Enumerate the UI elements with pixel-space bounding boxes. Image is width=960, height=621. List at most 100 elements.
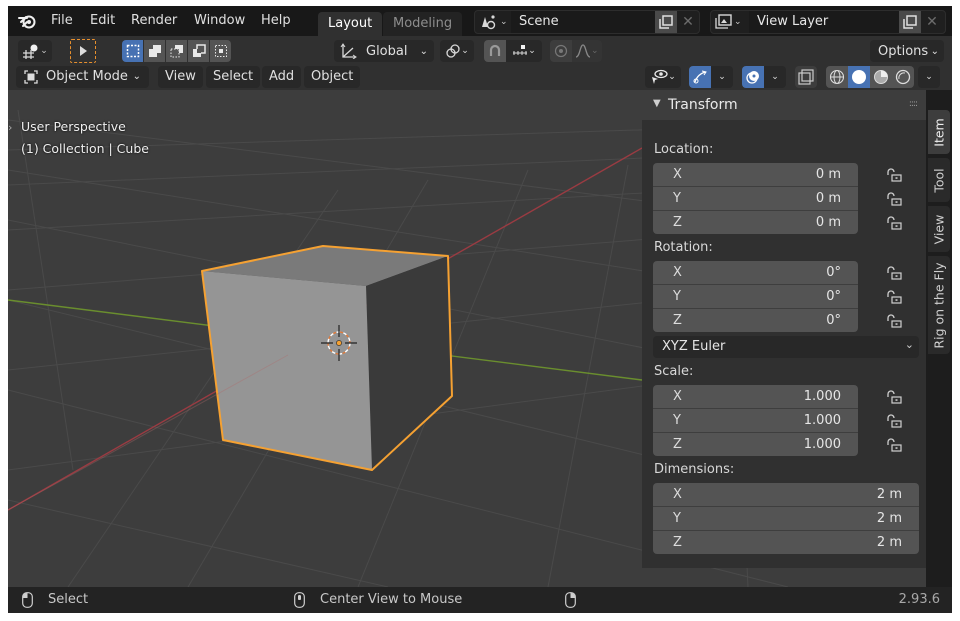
visibility-dropdown[interactable]: ⌄	[645, 66, 681, 88]
workspace-tab-modeling[interactable]: Modeling	[383, 12, 463, 36]
axis-label: Z	[673, 535, 682, 550]
snap-target-dropdown[interactable]: ⌄	[506, 40, 542, 62]
gizmo-dropdown[interactable]: ⌄	[711, 66, 733, 88]
shading-solid[interactable]	[848, 66, 870, 88]
transform-panel-header[interactable]: ▼ Transform ::::	[642, 90, 926, 120]
options-label: Options	[878, 43, 929, 59]
select-mode-subtract[interactable]	[166, 40, 187, 62]
location-z-lock-icon[interactable]	[886, 216, 902, 230]
axis-label: Y	[673, 191, 681, 206]
select-mode-invert[interactable]	[188, 40, 209, 62]
select-mode-intersect[interactable]	[210, 40, 231, 62]
new-scene-button[interactable]	[655, 11, 677, 33]
proportional-edit-toggle[interactable]	[550, 40, 572, 62]
gizmo-toggle[interactable]	[689, 66, 711, 88]
rotation-y-lock-icon[interactable]	[886, 290, 902, 304]
menu-add[interactable]: Add	[262, 66, 302, 88]
shading-material-preview[interactable]	[870, 66, 892, 88]
shading-wireframe[interactable]	[826, 66, 848, 88]
workspace-tab-layout[interactable]: Layout	[318, 12, 383, 36]
scale-z-field[interactable]: Z 1.000	[653, 433, 858, 456]
view-layer-browse-button[interactable]: ⌄	[715, 13, 749, 31]
scale-x-lock-icon[interactable]	[886, 390, 902, 404]
version-label: 2.93.6	[898, 592, 940, 607]
field-value: 0°	[826, 289, 841, 304]
rotation-z-lock-icon[interactable]	[886, 314, 902, 328]
blender-logo-icon[interactable]	[17, 12, 37, 30]
mode-dropdown[interactable]: Object Mode ⌄	[16, 66, 149, 88]
rotation-mode-dropdown[interactable]: XYZ Euler ⌄	[653, 336, 919, 358]
chevron-down-icon: ⌄	[668, 72, 676, 82]
menu-view[interactable]: View	[158, 66, 203, 88]
menu-edit[interactable]: Edit	[90, 13, 115, 28]
location-x-field[interactable]: X 0 m	[653, 163, 858, 187]
transform-orientation-dropdown[interactable]: Global ⌄	[334, 40, 434, 62]
shading-rendered[interactable]	[892, 66, 914, 88]
dimensions-z-field[interactable]: Z 2 m	[653, 531, 919, 554]
scene-browse-button[interactable]: ⌄	[479, 13, 509, 31]
rotation-z-field[interactable]: Z 0°	[653, 309, 858, 332]
select-mode-extend[interactable]	[144, 40, 165, 62]
axis-label: Y	[673, 511, 681, 526]
chevron-down-icon: ⌄	[528, 46, 536, 56]
overlays-toggle[interactable]	[742, 66, 764, 88]
tab-label: View	[931, 214, 947, 244]
rotation-x-lock-icon[interactable]	[886, 266, 902, 280]
menu-file[interactable]: File	[51, 13, 73, 28]
menu-render[interactable]: Render	[131, 13, 177, 28]
location-x-lock-icon[interactable]	[886, 168, 902, 182]
material-sphere-icon	[874, 70, 888, 84]
sidebar-tabs: Item Tool View Rig on the Fly	[926, 90, 952, 587]
tab-rig-on-the-fly[interactable]: Rig on the Fly	[928, 256, 950, 354]
menu-select[interactable]: Select	[206, 66, 261, 88]
snap-toggle[interactable]	[484, 40, 506, 62]
menu-help[interactable]: Help	[261, 13, 291, 28]
scale-label: Scale:	[654, 364, 694, 379]
scale-x-field[interactable]: X 1.000	[653, 385, 858, 409]
rotation-mode-value: XYZ Euler	[662, 339, 726, 354]
location-y-lock-icon[interactable]	[886, 192, 902, 206]
scale-z-lock-icon[interactable]	[886, 438, 902, 452]
select-tool-button[interactable]	[70, 39, 96, 63]
editor-type-button[interactable]: ⌄	[18, 40, 52, 62]
menu-window[interactable]: Window	[194, 13, 245, 28]
view-layer-name-field[interactable]: View Layer	[749, 11, 907, 33]
rotation-x-field[interactable]: X 0°	[653, 261, 858, 285]
delete-scene-button[interactable]: ✕	[677, 11, 699, 33]
rotation-y-field[interactable]: Y 0°	[653, 285, 858, 309]
axis-label: X	[673, 265, 682, 280]
delete-view-layer-button[interactable]: ✕	[921, 11, 943, 33]
scale-y-lock-icon[interactable]	[886, 414, 902, 428]
cube-object[interactable]	[8, 245, 453, 511]
overlays-dropdown[interactable]: ⌄	[764, 66, 786, 88]
location-y-field[interactable]: Y 0 m	[653, 187, 858, 211]
tab-label: Item	[931, 117, 947, 147]
tab-view[interactable]: View	[928, 206, 950, 252]
chevron-down-icon: ⌄	[734, 17, 742, 27]
shading-dropdown[interactable]: ⌄	[918, 66, 940, 88]
pivot-point-dropdown[interactable]: ⌄	[440, 40, 474, 62]
dimensions-x-field[interactable]: X 2 m	[653, 483, 919, 507]
chevron-down-icon: ⌄	[419, 45, 428, 57]
menu-object[interactable]: Object	[304, 66, 361, 88]
tab-item[interactable]: Item	[928, 110, 950, 154]
toolbar-expand-toggle[interactable]: ›	[8, 121, 16, 135]
scale-y-field[interactable]: Y 1.000	[653, 409, 858, 433]
select-mode-new[interactable]	[122, 40, 143, 62]
sidebar-panel: ▼ Transform :::: Location: X0 m Y0 m Z0 …	[642, 90, 926, 568]
options-dropdown[interactable]: Options ⌄	[870, 40, 944, 62]
scene-icon	[482, 15, 496, 30]
scene-name-field[interactable]: Scene	[511, 11, 663, 33]
xray-toggle[interactable]	[795, 66, 817, 88]
proportional-falloff-dropdown[interactable]: ⌄	[572, 40, 602, 62]
new-view-layer-button[interactable]	[899, 11, 921, 33]
axis-label: X	[673, 167, 682, 182]
location-z-field[interactable]: Z 0 m	[653, 211, 858, 234]
drag-grip-icon[interactable]: ::::	[909, 99, 918, 109]
dimensions-y-field[interactable]: Y 2 m	[653, 507, 919, 531]
tab-tool[interactable]: Tool	[928, 158, 950, 202]
axis-label: Y	[673, 413, 681, 428]
viewport-header: Object Mode ⌄ View Select Add Object ⌄ ⌄…	[8, 64, 952, 90]
panel-title: Transform	[668, 97, 738, 113]
wireframe-sphere-icon	[829, 69, 845, 85]
